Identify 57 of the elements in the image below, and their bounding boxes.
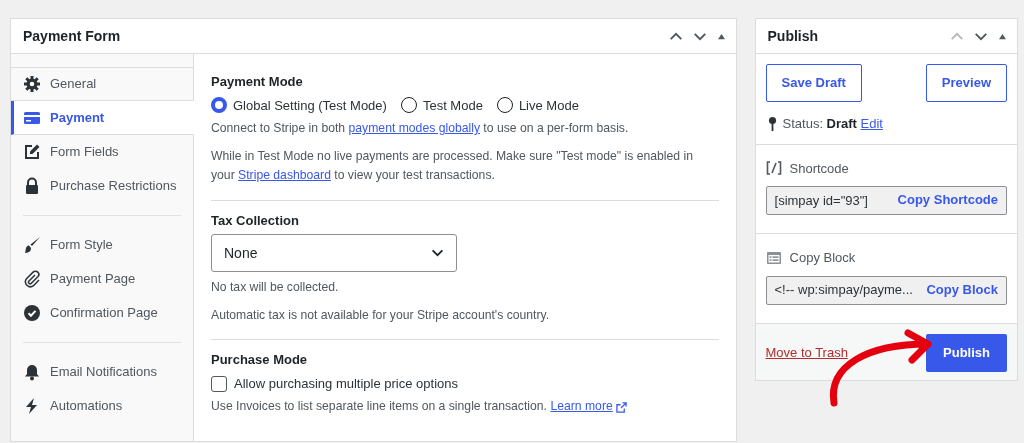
block-icon: [765, 249, 782, 266]
checkbox[interactable]: [211, 375, 227, 392]
gear-icon: [23, 75, 41, 93]
status-text: Status: Draft Edit: [782, 115, 883, 133]
edit-icon: [23, 143, 41, 161]
checkbox-option[interactable]: Allow purchasing multiple price options: [211, 373, 719, 394]
sidebar-item[interactable]: Payment Page: [11, 262, 193, 296]
outline-button[interactable]: Save Draft: [765, 64, 862, 102]
radio-option[interactable]: Test Mode: [400, 95, 483, 116]
help-text: Connect to Stripe in both payment modes globally to use on a per-form basis.: [211, 120, 630, 138]
shortcode-icon: [765, 160, 782, 177]
panel-title: Publish: [767, 26, 820, 46]
copy-button[interactable]: Copy Block: [926, 279, 998, 299]
outline-button[interactable]: Preview: [925, 64, 1007, 102]
collapse-icon[interactable]: [998, 32, 1007, 40]
code-field[interactable]: [simpay id="93"] Copy Shortcode: [765, 186, 1007, 215]
help-text: No tax will be collected.: [211, 279, 340, 297]
collapse-icon[interactable]: [716, 32, 726, 40]
help-text: While in Test Mode no live payments are processed. Make sure "Test mode" is enabled in your Stripe dashboard to view your test transactions.: [211, 147, 694, 185]
edit-link[interactable]: Edit: [860, 116, 883, 131]
field-label: Copy Block: [789, 249, 856, 267]
sidebar-item[interactable]: Payment: [11, 101, 194, 135]
paperclip-icon: [23, 270, 41, 288]
sidebar-item[interactable]: Automations: [11, 389, 193, 423]
publish-button[interactable]: Publish: [926, 333, 1007, 372]
chevron-down-icon: [431, 249, 444, 258]
radio-option[interactable]: Global Setting (Test Mode): [211, 95, 387, 116]
check-circle-icon: [23, 304, 41, 322]
tax-dropdown[interactable]: None: [211, 234, 457, 273]
sidebar-item[interactable]: Form Style: [11, 228, 193, 262]
lock-icon: [23, 177, 41, 195]
radio-option[interactable]: Live Mode: [496, 95, 579, 116]
sidebar-item[interactable]: Confirmation Page: [11, 296, 193, 330]
sidebar-item[interactable]: Email Notifications: [11, 355, 193, 389]
text-link[interactable]: Stripe dashboard: [238, 168, 331, 183]
copy-button[interactable]: Copy Shortcode: [897, 190, 998, 210]
sidebar-item[interactable]: Form Fields: [11, 135, 193, 169]
radio-button[interactable]: [211, 97, 227, 114]
paintbrush-icon: [23, 236, 41, 254]
pin-icon: [767, 115, 777, 132]
bell-icon: [23, 363, 41, 381]
move-down-icon[interactable]: [974, 31, 988, 41]
field-label: Shortcode: [789, 159, 849, 178]
sidebar-item[interactable]: Purchase Restrictions: [11, 169, 193, 203]
section-heading: Tax Collection: [211, 212, 300, 229]
code-field[interactable]: <!-- wp:simpay/payme... Copy Block: [765, 275, 1007, 305]
trash-link[interactable]: Move to Trash: [765, 342, 848, 363]
external-link-icon: [615, 401, 627, 413]
move-down-icon[interactable]: [692, 31, 707, 41]
move-up-icon[interactable]: [668, 31, 683, 41]
text-link[interactable]: payment modes globally: [348, 121, 480, 136]
help-text: Use Invoices to list separate line items on a single transaction. Learn more: [211, 397, 719, 417]
help-text: Automatic tax is not available for your Stripe account's country.: [211, 306, 551, 324]
text-link[interactable]: Learn more: [550, 399, 613, 414]
panel-title: Payment Form: [23, 26, 122, 46]
section-heading: Purchase Mode: [211, 352, 309, 368]
section-heading: Payment Mode: [211, 74, 304, 90]
